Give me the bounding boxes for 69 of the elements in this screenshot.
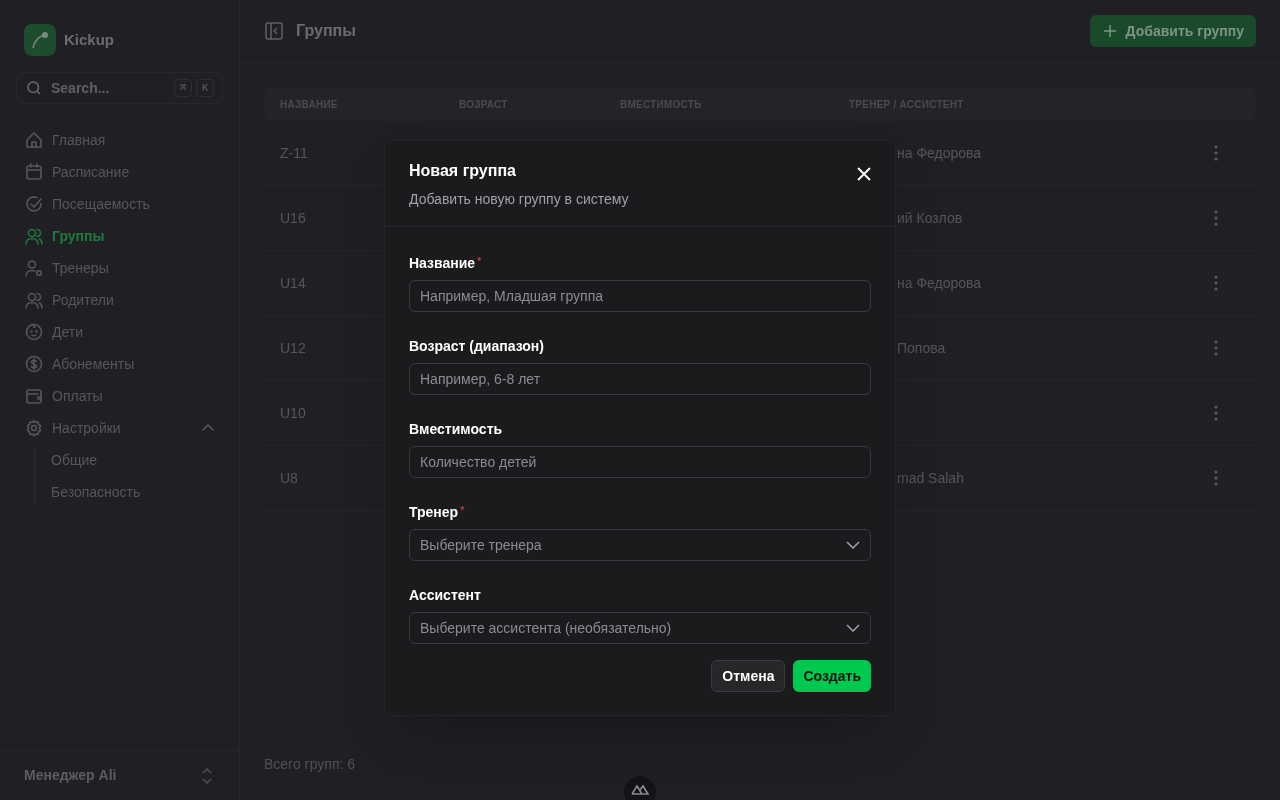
- nav-subitem[interactable]: Общие: [51, 444, 215, 476]
- more-icon[interactable]: [1214, 145, 1218, 161]
- nav-item[interactable]: Абонементы: [24, 348, 215, 380]
- shortcut-key: K: [196, 79, 214, 97]
- text-field[interactable]: Например, Младшая группа: [409, 280, 871, 312]
- wallet-icon: [24, 386, 44, 406]
- create-button[interactable]: Создать: [793, 660, 871, 692]
- nav-item[interactable]: Родители: [24, 284, 215, 316]
- more-icon[interactable]: [1214, 340, 1218, 356]
- shortcut-key: ⌘: [174, 79, 192, 97]
- table-cell-text: Z-11: [280, 143, 308, 163]
- search-icon: [25, 79, 43, 97]
- table-cell-text: U16: [280, 208, 306, 228]
- text-field[interactable]: Например, 6-8 лет: [409, 363, 871, 395]
- chevron-down-icon: [846, 624, 860, 632]
- user-gear-icon: [24, 258, 44, 278]
- sidebar-toggle-icon[interactable]: [264, 21, 284, 41]
- more-icon[interactable]: [1214, 470, 1218, 486]
- nav-subitem[interactable]: Безопасность: [51, 476, 215, 508]
- more-icon[interactable]: [1214, 275, 1218, 291]
- field-label: Возраст (диапазон): [409, 337, 544, 356]
- check-circle-icon: [24, 194, 44, 214]
- table-cell-text: U10: [280, 403, 306, 423]
- search-button[interactable]: Search... ⌘ K: [16, 72, 223, 104]
- baby-face-icon: [24, 322, 44, 342]
- nav-item[interactable]: Дети: [24, 316, 215, 348]
- required-mark: *: [460, 503, 465, 518]
- text-field[interactable]: Количество детей: [409, 446, 871, 478]
- nav-item[interactable]: Расписание: [24, 156, 215, 188]
- users-icon: [24, 226, 44, 246]
- nav-item[interactable]: Посещаемость: [24, 188, 215, 220]
- chevron-up-down-icon: [199, 766, 215, 785]
- users-icon: [24, 290, 44, 310]
- search-label: Search...: [51, 78, 111, 98]
- chevron-down-icon: [846, 541, 860, 549]
- framework-logo-icon[interactable]: [624, 776, 656, 800]
- home-icon: [24, 130, 44, 150]
- brand-logo-icon: [24, 24, 56, 56]
- user-menu[interactable]: Менеджер Ali: [0, 750, 239, 800]
- select-field[interactable]: Выберите тренера: [409, 529, 871, 561]
- cancel-button[interactable]: Отмена: [711, 660, 786, 692]
- more-icon[interactable]: [1214, 210, 1218, 226]
- field-label: Название: [409, 254, 476, 273]
- table-cell-text: U14: [280, 273, 306, 293]
- close-icon[interactable]: [857, 167, 871, 181]
- field-label: Вместимость: [409, 420, 503, 439]
- page-title: Группы: [296, 21, 356, 41]
- table-cell-text: U12: [280, 338, 306, 358]
- brand-name: Kickup: [64, 29, 114, 50]
- table-cell: на Федорова: [897, 145, 982, 161]
- nav-item[interactable]: Главная: [24, 124, 215, 156]
- table-cell-text: U8: [280, 468, 298, 488]
- settings-icon: [24, 418, 44, 438]
- table-cell: Попова: [897, 340, 946, 356]
- calendar-icon: [24, 162, 44, 182]
- select-field[interactable]: Выберите ассистента (необязательно): [409, 612, 871, 644]
- nav-item[interactable]: Настройки: [24, 412, 215, 444]
- add-group-button[interactable]: Добавить группу: [1089, 15, 1256, 47]
- dialog-title: Новая группа: [409, 161, 517, 181]
- more-icon[interactable]: [1214, 405, 1218, 421]
- nav-item[interactable]: Тренеры: [24, 252, 215, 284]
- field-label: Тренер: [409, 503, 459, 522]
- dialog-subtitle: Добавить новую группу в систему: [409, 190, 629, 209]
- nav-item[interactable]: Группы: [24, 220, 215, 252]
- required-mark: *: [477, 254, 482, 269]
- field-label: Ассистент: [409, 586, 481, 605]
- nav-item[interactable]: Оплаты: [24, 380, 215, 412]
- dollar-badge-icon: [24, 354, 44, 374]
- plus-icon: [1101, 23, 1118, 39]
